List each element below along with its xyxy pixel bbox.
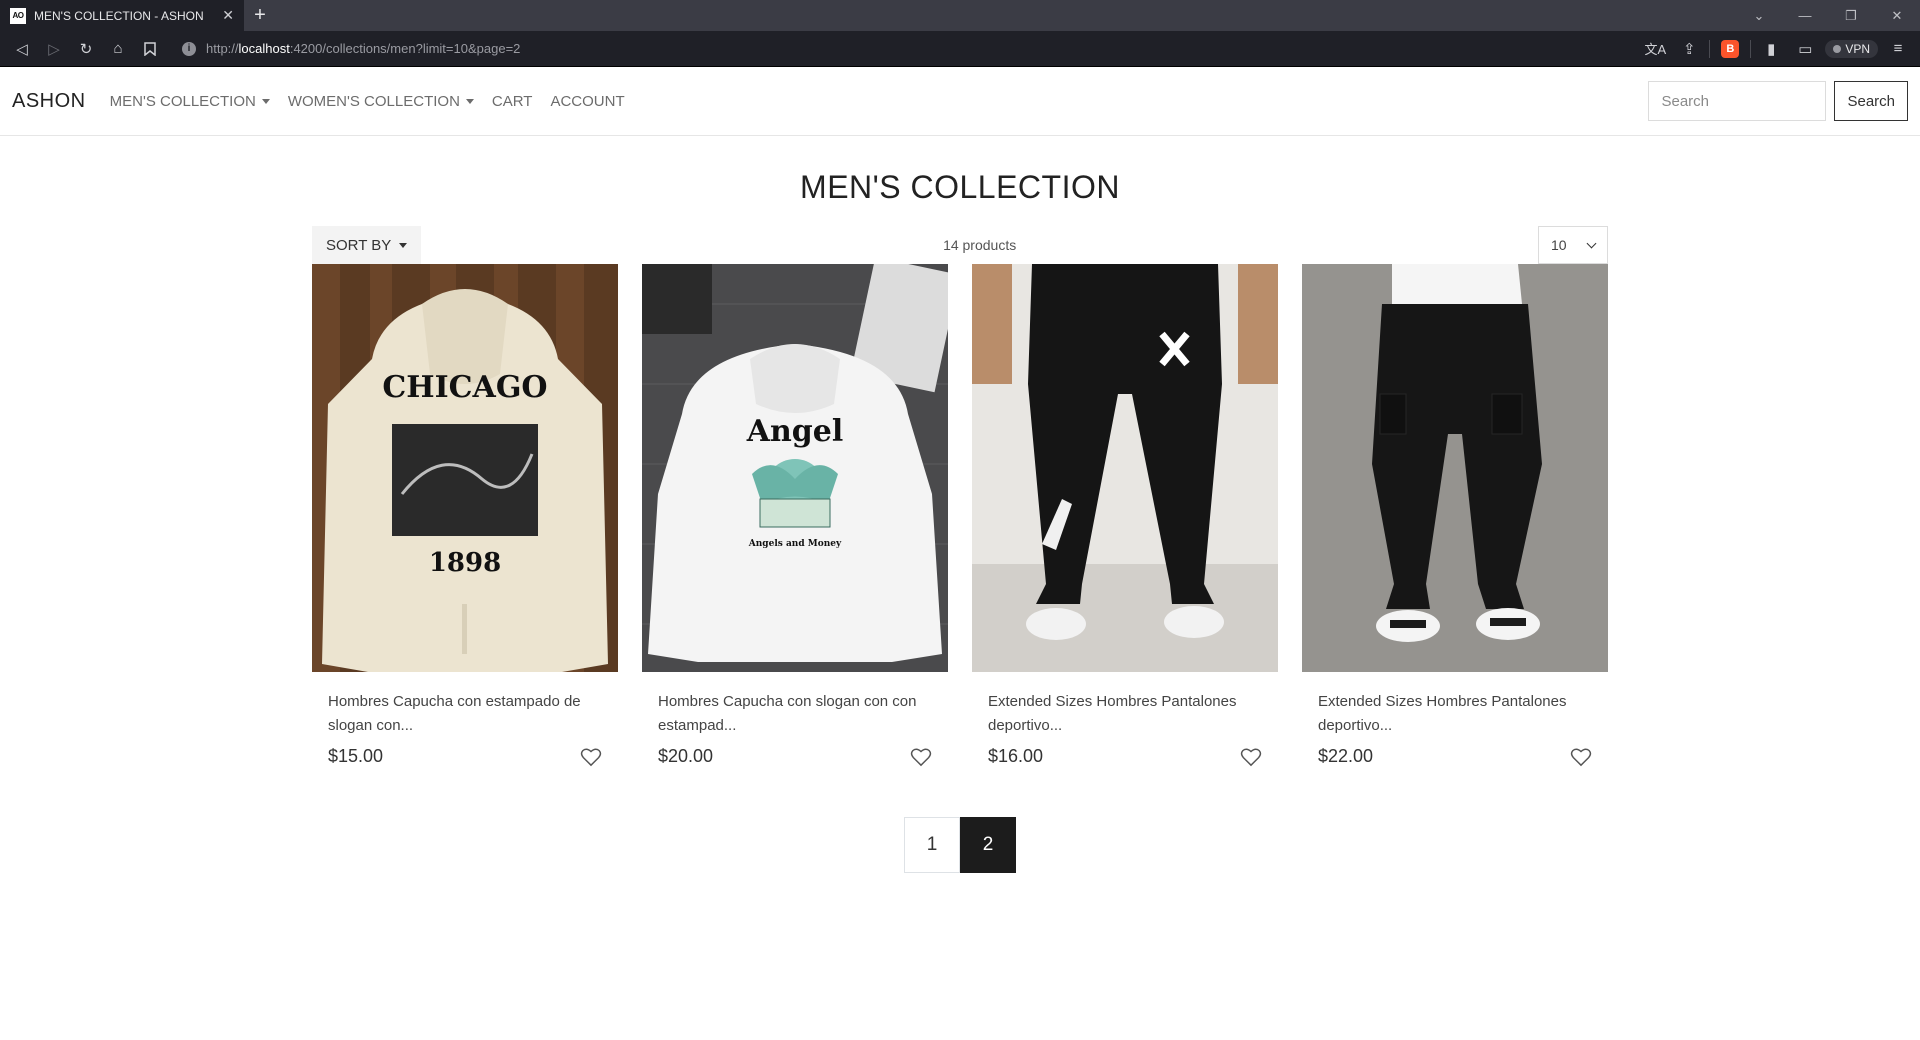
page-limit-select[interactable]: 10 <box>1537 226 1608 264</box>
sort-by-dropdown[interactable]: SORT BY <box>312 226 422 264</box>
caret-down-icon <box>399 242 408 248</box>
heart-icon[interactable] <box>580 747 602 767</box>
nav-womens-collection[interactable]: WOMEN'S COLLECTION <box>288 93 474 110</box>
wallet-icon[interactable]: ▭ <box>1791 35 1819 63</box>
search-input[interactable] <box>1648 81 1827 121</box>
url-path: :4200/collections/men?limit=10&page=2 <box>289 41 521 56</box>
product-image-hoodie-white[interactable]: Angel Angels and Money <box>642 264 948 672</box>
product-card-footer: $16.00 <box>988 746 1262 767</box>
nav-item-label: WOMEN'S COLLECTION <box>287 92 460 110</box>
product-card[interactable]: Angel Angels and Money Hombres Capucha c… <box>642 264 948 767</box>
nav-item-label: CART <box>491 92 533 110</box>
browser-tab-active[interactable]: AO MEN'S COLLECTION - ASHON ✕ <box>0 0 244 31</box>
window-controls: ⌄ — ❐ ✕ <box>1736 0 1920 31</box>
sidebar-icon[interactable]: ▮ <box>1757 35 1785 63</box>
toolbar-divider <box>1750 39 1752 58</box>
nav-cart[interactable]: CART <box>492 93 533 110</box>
restore-icon[interactable]: ❐ <box>1828 8 1874 24</box>
chevron-down-icon <box>1586 238 1597 248</box>
site-favicon-icon: AO <box>10 7 26 24</box>
nav-item-label: ACCOUNT <box>550 92 625 110</box>
product-card-body: Extended Sizes Hombres Pantalones deport… <box>1302 672 1608 767</box>
tab-title: MEN'S COLLECTION - ASHON <box>34 8 204 23</box>
pagination: 1 2 <box>312 817 1608 873</box>
hoodie-print-subtext: Angels and Money <box>748 539 842 549</box>
bookmark-icon[interactable] <box>136 35 164 63</box>
url-host: localhost <box>238 41 290 56</box>
tab-search-chevron-icon[interactable]: ⌄ <box>1736 8 1782 24</box>
browser-tabbar: AO MEN'S COLLECTION - ASHON ✕ + ⌄ — ❐ ✕ <box>0 0 1920 31</box>
home-icon[interactable]: ⌂ <box>104 35 132 63</box>
page-limit-value: 10 <box>1550 237 1567 253</box>
product-title[interactable]: Hombres Capucha con slogan con con estam… <box>658 690 932 738</box>
product-count: 14 products <box>943 237 1017 253</box>
minimize-icon[interactable]: — <box>1782 8 1828 23</box>
product-price: $22.00 <box>1318 746 1374 766</box>
page-button-1[interactable]: 1 <box>904 817 960 873</box>
address-bar[interactable]: i http://localhost:4200/collections/men?… <box>174 34 1638 63</box>
product-card[interactable]: CHICAGO 1898 Hombres Capucha con estampa… <box>312 264 618 767</box>
close-window-icon[interactable]: ✕ <box>1874 8 1920 24</box>
product-card-body: Hombres Capucha con estampado de slogan … <box>312 672 618 767</box>
menu-icon[interactable]: ≡ <box>1884 35 1912 63</box>
vpn-label: VPN <box>1845 41 1870 56</box>
heart-icon[interactable] <box>1240 747 1262 767</box>
search-button[interactable]: Search <box>1834 81 1908 121</box>
vpn-status-icon <box>1833 44 1842 53</box>
tab-close-icon[interactable]: ✕ <box>222 7 234 24</box>
browser-toolbar: ◁ ▷ ↻ ⌂ i http://localhost:4200/collecti… <box>0 31 1920 67</box>
url-text: http://localhost:4200/collections/men?li… <box>206 41 520 56</box>
hoodie-print-year: 1898 <box>429 548 501 578</box>
heart-icon[interactable] <box>1570 747 1592 767</box>
nav-mens-collection[interactable]: MEN'S COLLECTION <box>110 93 270 110</box>
product-image-hoodie-cream[interactable]: CHICAGO 1898 <box>312 264 618 672</box>
listing-controls: SORT BY 14 products 10 <box>312 226 1608 264</box>
product-card-footer: $22.00 <box>1318 746 1592 767</box>
product-grid: CHICAGO 1898 Hombres Capucha con estampa… <box>312 264 1608 767</box>
product-image-joggers-print[interactable] <box>972 264 1278 672</box>
forward-icon[interactable]: ▷ <box>40 35 68 63</box>
brand-logo[interactable]: ASHON <box>12 90 86 113</box>
product-title[interactable]: Extended Sizes Hombres Pantalones deport… <box>1318 690 1592 738</box>
product-card-footer: $15.00 <box>328 746 602 767</box>
toolbar-divider <box>1709 39 1711 58</box>
back-icon[interactable]: ◁ <box>8 35 36 63</box>
product-image-joggers-cargo[interactable] <box>1302 264 1608 672</box>
hoodie-print-text: CHICAGO <box>382 370 547 405</box>
url-scheme: http:// <box>206 41 239 56</box>
site-navbar: ASHON MEN'S COLLECTION WOMEN'S COLLECTIO… <box>0 67 1920 136</box>
vpn-button[interactable]: VPN <box>1825 39 1878 58</box>
sort-by-label: SORT BY <box>326 236 392 254</box>
nav-item-label: MEN'S COLLECTION <box>109 92 256 110</box>
product-title[interactable]: Hombres Capucha con estampado de slogan … <box>328 690 602 738</box>
reload-icon[interactable]: ↻ <box>72 35 100 63</box>
hoodie-print-text: Angel <box>746 414 844 449</box>
page-button-2[interactable]: 2 <box>960 817 1016 873</box>
product-price: $16.00 <box>988 746 1044 766</box>
toolbar-right: 文A ⇪ B ▮ ▭ VPN ≡ <box>1641 35 1912 63</box>
product-title[interactable]: Extended Sizes Hombres Pantalones deport… <box>988 690 1262 738</box>
product-card[interactable]: Extended Sizes Hombres Pantalones deport… <box>972 264 1278 767</box>
heart-icon[interactable] <box>910 747 932 767</box>
translate-icon[interactable]: 文A <box>1641 35 1669 63</box>
share-icon[interactable]: ⇪ <box>1675 35 1703 63</box>
product-price: $20.00 <box>658 746 714 766</box>
caret-down-icon <box>465 98 474 104</box>
product-card-body: Hombres Capucha con slogan con con estam… <box>642 672 948 767</box>
brave-shields-icon[interactable]: B <box>1716 35 1744 63</box>
new-tab-icon[interactable]: + <box>244 0 276 31</box>
site-info-icon[interactable]: i <box>182 41 196 56</box>
product-card-body: Extended Sizes Hombres Pantalones deport… <box>972 672 1278 767</box>
nav-account[interactable]: ACCOUNT <box>550 93 624 110</box>
product-card-footer: $20.00 <box>658 746 932 767</box>
page-title: MEN'S COLLECTION <box>800 169 1120 205</box>
caret-down-icon <box>261 98 270 104</box>
main-content: MEN'S COLLECTION SORT BY 14 products 10 <box>312 169 1608 873</box>
product-price: $15.00 <box>328 746 384 766</box>
product-card[interactable]: Extended Sizes Hombres Pantalones deport… <box>1302 264 1608 767</box>
